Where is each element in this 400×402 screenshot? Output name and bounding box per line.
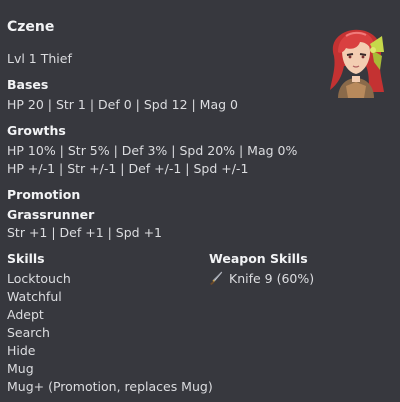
unit-name: Czene	[7, 19, 55, 35]
knife-icon	[210, 271, 223, 285]
list-item: Search	[7, 325, 50, 340]
list-item: Mug	[7, 361, 34, 376]
growths-heading: Growths	[7, 123, 66, 138]
list-item: Watchful	[7, 289, 62, 304]
list-item: Mug+ (Promotion, replaces Mug)	[7, 379, 213, 394]
weapon-skill-label: Knife 9 (60%)	[229, 271, 315, 286]
weapon-skills-heading: Weapon Skills	[209, 251, 308, 266]
character-portrait	[330, 29, 384, 98]
skills-list: Locktouch Watchful Adept Search Hide Mug…	[7, 270, 213, 396]
promotion-bonuses: Str +1 | Def +1 | Spd +1	[7, 225, 163, 240]
list-item: Hide	[7, 343, 36, 358]
weapon-skill-item: Knife 9 (60%)	[209, 270, 314, 288]
list-item: Locktouch	[7, 271, 71, 286]
growths-modifiers: HP +/-1 | Str +/-1 | Def +/-1 | Spd +/-1	[7, 161, 249, 176]
bases-heading: Bases	[7, 77, 49, 92]
skills-heading: Skills	[7, 251, 45, 266]
unit-card: Czene Lvl 1 Thief Bases HP 20 | Str 1 | …	[0, 0, 400, 402]
unit-class-level: Lvl 1 Thief	[7, 51, 72, 66]
promotion-heading: Promotion	[7, 187, 81, 202]
growths-stats: HP 10% | Str 5% | Def 3% | Spd 20% | Mag…	[7, 143, 298, 158]
promotion-class: Grassrunner	[7, 207, 95, 222]
bases-stats: HP 20 | Str 1 | Def 0 | Spd 12 | Mag 0	[7, 97, 238, 112]
list-item: Adept	[7, 307, 44, 322]
